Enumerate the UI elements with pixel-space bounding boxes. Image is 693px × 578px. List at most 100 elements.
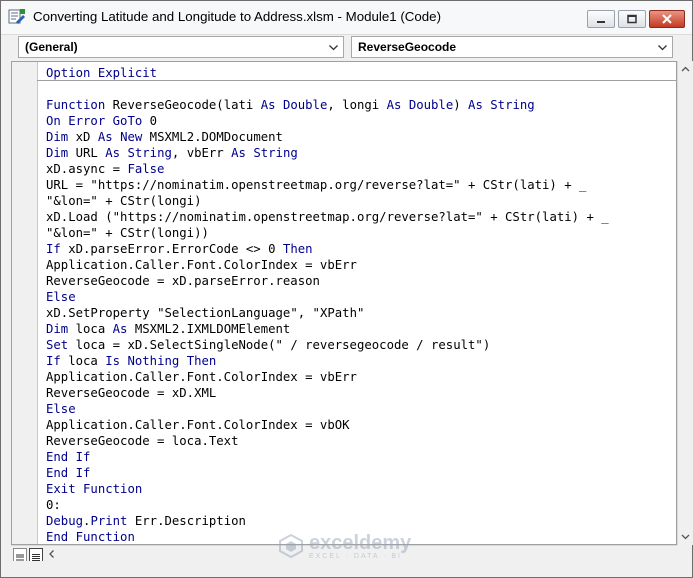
watermark-tagline: EXCEL · DATA · BI: [309, 553, 402, 560]
code-keyword: As: [260, 98, 276, 112]
code-line[interactable]: Set loca = xD.SelectSingleNode(" / rever…: [46, 337, 609, 353]
code-line[interactable]: xD.async = False: [46, 161, 609, 177]
code-line[interactable]: URL = "https://nominatim.openstreetmap.o…: [46, 177, 609, 193]
status-bar: [1, 561, 692, 577]
code-keyword: Double: [408, 98, 454, 112]
maximize-icon: [619, 11, 645, 27]
code-line[interactable]: ReverseGeocode = xD.parseError.reason: [46, 273, 609, 289]
vertical-scrollbar[interactable]: [677, 61, 693, 545]
code-keyword: As: [112, 322, 128, 336]
title-bar[interactable]: Converting Latitude and Longitude to Add…: [1, 1, 692, 35]
code-keyword: If: [75, 466, 91, 480]
margin-indicator-bar[interactable]: [12, 62, 38, 544]
code-line[interactable]: Else: [46, 401, 609, 417]
code-line[interactable]: Else: [46, 289, 609, 305]
code-keyword: As: [468, 98, 483, 112]
chevron-down-icon: [329, 45, 338, 51]
minimize-button[interactable]: [587, 10, 615, 28]
procedure-dropdown-value: ReverseGeocode: [358, 40, 457, 54]
exceldemy-watermark: exceldemy EXCEL · DATA · BI: [277, 531, 411, 561]
scroll-left-icon[interactable]: [47, 549, 57, 559]
code-keyword: Dim: [46, 130, 69, 144]
code-keyword: Exit: [46, 482, 76, 496]
procedure-dropdown[interactable]: ReverseGeocode: [351, 36, 673, 58]
code-line[interactable]: "&lon=" + CStr(longi): [46, 193, 609, 209]
code-keyword: Print: [90, 514, 128, 528]
code-keyword: New: [120, 130, 143, 144]
code-line[interactable]: Dim URL As String, vbErr As String: [46, 145, 609, 161]
code-keyword: Option: [46, 66, 91, 80]
code-line[interactable]: If loca Is Nothing Then: [46, 353, 609, 369]
close-icon: [650, 11, 684, 27]
code-keyword: Dim: [46, 322, 69, 336]
code-keyword: As: [231, 146, 246, 160]
code-line[interactable]: Dim xD As New MSXML2.DOMDocument: [46, 129, 609, 145]
code-keyword: End: [46, 466, 69, 480]
code-keyword: Else: [46, 402, 76, 416]
code-line[interactable]: ReverseGeocode = loca.Text: [46, 433, 609, 449]
exceldemy-logo-icon: [279, 533, 303, 559]
code-keyword: String: [490, 98, 535, 112]
code-line[interactable]: If xD.parseError.ErrorCode <> 0 Then: [46, 241, 609, 257]
code-line[interactable]: xD.Load ("https://nominatim.openstreetma…: [46, 209, 609, 225]
code-keyword: Dim: [46, 146, 69, 160]
object-dropdown-value: (General): [25, 40, 78, 54]
code-line[interactable]: End If: [46, 449, 609, 465]
code-keyword: GoTo: [112, 114, 143, 128]
procedure-view-button[interactable]: [13, 548, 27, 563]
code-line[interactable]: Application.Caller.Font.ColorIndex = vbE…: [46, 369, 609, 385]
code-keyword: False: [127, 162, 165, 176]
code-keyword: Then: [282, 242, 313, 256]
code-keyword: String: [253, 146, 298, 160]
code-keyword: If: [46, 242, 61, 256]
window-title: Converting Latitude and Longitude to Add…: [33, 9, 442, 24]
minimize-icon: [588, 11, 614, 27]
close-button[interactable]: [649, 10, 685, 28]
code-keyword: Explicit: [97, 66, 158, 80]
code-keyword: If: [46, 354, 61, 368]
code-line[interactable]: Debug.Print Err.Description: [46, 513, 609, 529]
code-line[interactable]: On Error GoTo 0: [46, 113, 609, 129]
code-line[interactable]: "&lon=" + CStr(longi)): [46, 225, 609, 241]
full-module-view-button[interactable]: [29, 548, 43, 563]
code-line[interactable]: xD.SetProperty "SelectionLanguage", "XPa…: [46, 305, 609, 321]
code-keyword: Function: [83, 482, 143, 496]
code-line[interactable]: [46, 81, 609, 97]
code-editor[interactable]: Option Explicit Function ReverseGeocode(…: [11, 61, 677, 545]
code-line[interactable]: End If: [46, 465, 609, 481]
scroll-up-icon[interactable]: [680, 64, 691, 75]
object-dropdown[interactable]: (General): [18, 36, 344, 58]
code-text[interactable]: Option Explicit Function ReverseGeocode(…: [46, 65, 609, 545]
code-keyword: Function: [46, 98, 106, 112]
code-keyword: As: [97, 130, 113, 144]
code-keyword: Double: [282, 98, 328, 112]
code-line[interactable]: Option Explicit: [46, 65, 609, 81]
code-keyword: End: [46, 450, 69, 464]
code-keyword: End: [46, 530, 69, 544]
code-keyword: Else: [46, 290, 76, 304]
code-keyword: Is: [105, 354, 121, 368]
scroll-down-icon[interactable]: [680, 531, 691, 542]
watermark-brand: exceldemy: [309, 532, 412, 554]
code-keyword: Nothing: [127, 354, 180, 368]
code-line[interactable]: ReverseGeocode = xD.XML: [46, 385, 609, 401]
code-line[interactable]: Exit Function: [46, 481, 609, 497]
code-line[interactable]: Application.Caller.Font.ColorIndex = vbE…: [46, 257, 609, 273]
vba-editor-icon: [8, 9, 25, 24]
code-keyword: String: [127, 146, 172, 160]
code-keyword: Function: [75, 530, 135, 544]
code-line[interactable]: 0:: [46, 497, 609, 513]
code-keyword: If: [75, 450, 91, 464]
code-keyword: Then: [186, 354, 217, 368]
maximize-button[interactable]: [618, 10, 646, 28]
vba-code-window: Converting Latitude and Longitude to Add…: [0, 0, 693, 578]
code-keyword: On: [46, 114, 61, 128]
code-keyword: As: [386, 98, 402, 112]
chevron-down-icon: [658, 45, 667, 51]
code-line[interactable]: Application.Caller.Font.ColorIndex = vbO…: [46, 417, 609, 433]
code-line[interactable]: Dim loca As MSXML2.IXMLDOMElement: [46, 321, 609, 337]
code-line[interactable]: Function ReverseGeocode(lati As Double, …: [46, 97, 609, 113]
code-keyword: As: [105, 146, 121, 160]
code-keyword: Set: [46, 338, 69, 352]
code-keyword: Debug: [46, 514, 84, 528]
